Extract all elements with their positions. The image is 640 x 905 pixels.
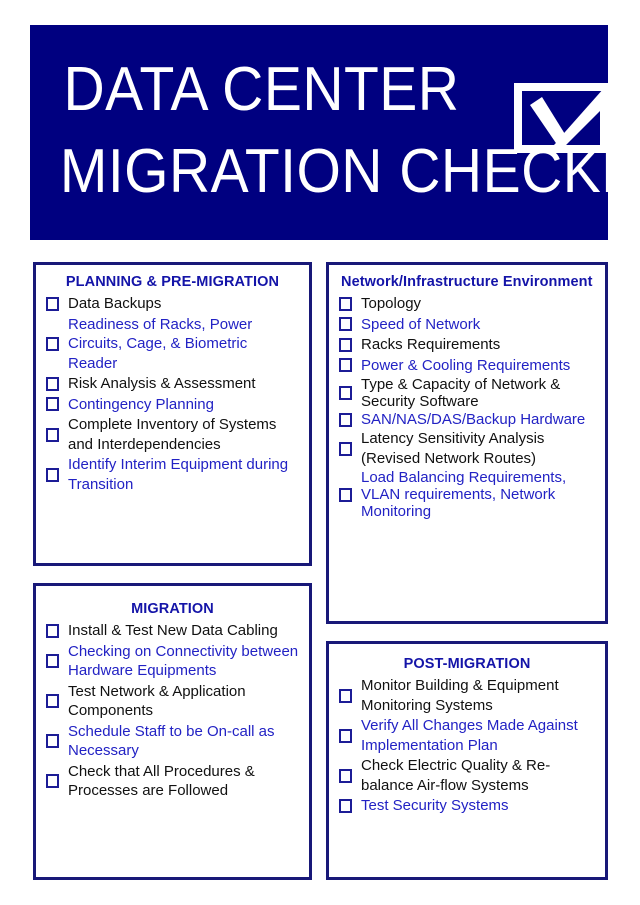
checkbox[interactable] bbox=[46, 734, 59, 748]
checkbox[interactable] bbox=[339, 296, 352, 311]
checklist-item[interactable]: Check that All Procedures & Processes ar… bbox=[46, 762, 299, 801]
checklist-item-label: Verify All Changes Made Against Implemen… bbox=[361, 717, 578, 754]
checklist-item-label: Latency Sensitivity Analysis (Revised Ne… bbox=[361, 430, 545, 467]
checklist-item-label: Data Backups bbox=[68, 295, 162, 312]
checkbox[interactable] bbox=[46, 694, 59, 708]
checklist-item[interactable]: Install & Test New Data Cabling bbox=[46, 621, 299, 641]
page-title: DATA CENTER MIGRATION CHECKLIST bbox=[58, 49, 608, 213]
panel-network-infrastructure: Network/Infrastructure Environment Topol… bbox=[326, 262, 608, 624]
checklist-item[interactable]: SAN/NAS/DAS/Backup Hardware bbox=[339, 411, 595, 428]
checklist-item[interactable]: Type & Capacity of Network & Security So… bbox=[339, 376, 595, 410]
checkbox[interactable] bbox=[46, 397, 59, 412]
checklist-item-label: Test Network & Application Components bbox=[68, 682, 246, 720]
panel-heading-migration: MIGRATION bbox=[131, 601, 214, 617]
checkbox[interactable] bbox=[339, 358, 352, 373]
checkbox[interactable] bbox=[46, 376, 59, 391]
checklist-item-label: Contingency Planning bbox=[68, 395, 214, 413]
header-banner: DATA CENTER MIGRATION CHECKLIST bbox=[30, 25, 608, 240]
checkbox[interactable] bbox=[339, 386, 352, 400]
checklist-item[interactable]: Test Security Systems bbox=[339, 796, 595, 816]
checked-checkbox-icon bbox=[508, 61, 608, 161]
panel-post-migration: POST-MIGRATION Monitor Building & Equipm… bbox=[326, 641, 608, 880]
checklist-item-label: Test Security Systems bbox=[361, 797, 509, 814]
panel-heading-planning: PLANNING & PRE-MIGRATION bbox=[65, 274, 280, 290]
checkbox[interactable] bbox=[339, 317, 352, 332]
checklist-item-label: Check that All Procedures & Processes ar… bbox=[68, 762, 255, 800]
checklist-item[interactable]: Data Backups bbox=[46, 294, 299, 314]
checklist-item[interactable]: Racks Requirements bbox=[339, 335, 595, 355]
checkbox[interactable] bbox=[339, 337, 352, 352]
checkbox[interactable] bbox=[46, 654, 59, 668]
checkbox[interactable] bbox=[46, 427, 59, 442]
panel-heading-network: Network/Infrastructure Environment bbox=[341, 274, 593, 290]
checklist-item-label: Readiness of Racks, Power Circuits, Cage… bbox=[68, 315, 253, 372]
checklist-item[interactable]: Identify Interim Equipment during Transi… bbox=[46, 455, 299, 494]
panel-migration: MIGRATION Install & Test New Data Cablin… bbox=[33, 583, 312, 880]
checklist-item[interactable]: Test Network & Application Components bbox=[46, 682, 299, 721]
checklist-item[interactable]: Contingency Planning bbox=[46, 395, 299, 415]
checkbox[interactable] bbox=[339, 412, 352, 427]
checkbox[interactable] bbox=[339, 768, 352, 783]
checkbox[interactable] bbox=[46, 623, 59, 638]
checklist-item[interactable]: Verify All Changes Made Against Implemen… bbox=[339, 716, 595, 755]
checklist-item-label: Checking on Connectivity between Hardwar… bbox=[68, 642, 299, 680]
checkbox[interactable] bbox=[46, 467, 59, 482]
panel-heading-post-migration: POST-MIGRATION bbox=[403, 656, 531, 672]
checkbox[interactable] bbox=[46, 296, 59, 311]
checklist-item[interactable]: Readiness of Racks, Power Circuits, Cage… bbox=[46, 315, 299, 374]
checklist-item-label: Speed of Network bbox=[361, 315, 481, 333]
checklist-item-label: Schedule Staff to be On-call as Necessar… bbox=[68, 722, 275, 760]
checklist-item-label: SAN/NAS/DAS/Backup Hardware bbox=[361, 411, 586, 428]
checklist-item[interactable]: Checking on Connectivity between Hardwar… bbox=[46, 642, 299, 681]
checklist-item-label: Monitor Building & Equipment Monitoring … bbox=[361, 677, 559, 714]
checkbox[interactable] bbox=[339, 487, 352, 502]
checklist-item[interactable]: Topology bbox=[339, 294, 595, 314]
checklist-item-label: Check Electric Quality & Re-balance Air-… bbox=[361, 757, 551, 794]
checklist-item-label: Complete Inventory of Systems and Interd… bbox=[68, 416, 277, 453]
checkbox[interactable] bbox=[339, 728, 352, 743]
checklist-item-label: Type & Capacity of Network & Security So… bbox=[361, 376, 561, 410]
checklist-item-label: Racks Requirements bbox=[361, 336, 501, 353]
checkbox[interactable] bbox=[339, 798, 352, 813]
checklist-item[interactable]: Latency Sensitivity Analysis (Revised Ne… bbox=[339, 429, 595, 468]
checklist-item-label: Identify Interim Equipment during Transi… bbox=[68, 456, 289, 493]
checklist-item[interactable]: Speed of Network bbox=[339, 315, 595, 335]
checklist-item-label: Load Balancing Requirements, VLAN requir… bbox=[361, 469, 567, 520]
checklist-item[interactable]: Schedule Staff to be On-call as Necessar… bbox=[46, 722, 299, 761]
checkbox[interactable] bbox=[46, 774, 59, 788]
checklist-item-label: Install & Test New Data Cabling bbox=[68, 622, 278, 639]
checklist-item-label: Topology bbox=[361, 295, 422, 312]
checklist-item-label: Risk Analysis & Assessment bbox=[68, 375, 256, 392]
checklist-item[interactable]: Complete Inventory of Systems and Interd… bbox=[46, 415, 299, 454]
checklist-item[interactable]: Check Electric Quality & Re-balance Air-… bbox=[339, 756, 595, 795]
title-line-one: DATA CENTER bbox=[63, 55, 460, 124]
checklist-item-label: Power & Cooling Requirements bbox=[361, 356, 571, 374]
title-line-two: MIGRATION CHECKLIST bbox=[59, 137, 608, 206]
checklist-item[interactable]: Risk Analysis & Assessment bbox=[46, 374, 299, 394]
checklist-item[interactable]: Monitor Building & Equipment Monitoring … bbox=[339, 676, 595, 715]
checkbox[interactable] bbox=[339, 688, 352, 703]
panel-planning-pre-migration: PLANNING & PRE-MIGRATION Data Backups Re… bbox=[33, 262, 312, 566]
checklist-item[interactable]: Load Balancing Requirements, VLAN requir… bbox=[339, 469, 595, 520]
checkbox[interactable] bbox=[46, 336, 59, 351]
checkbox[interactable] bbox=[339, 441, 352, 456]
checklist-item[interactable]: Power & Cooling Requirements bbox=[339, 356, 595, 376]
